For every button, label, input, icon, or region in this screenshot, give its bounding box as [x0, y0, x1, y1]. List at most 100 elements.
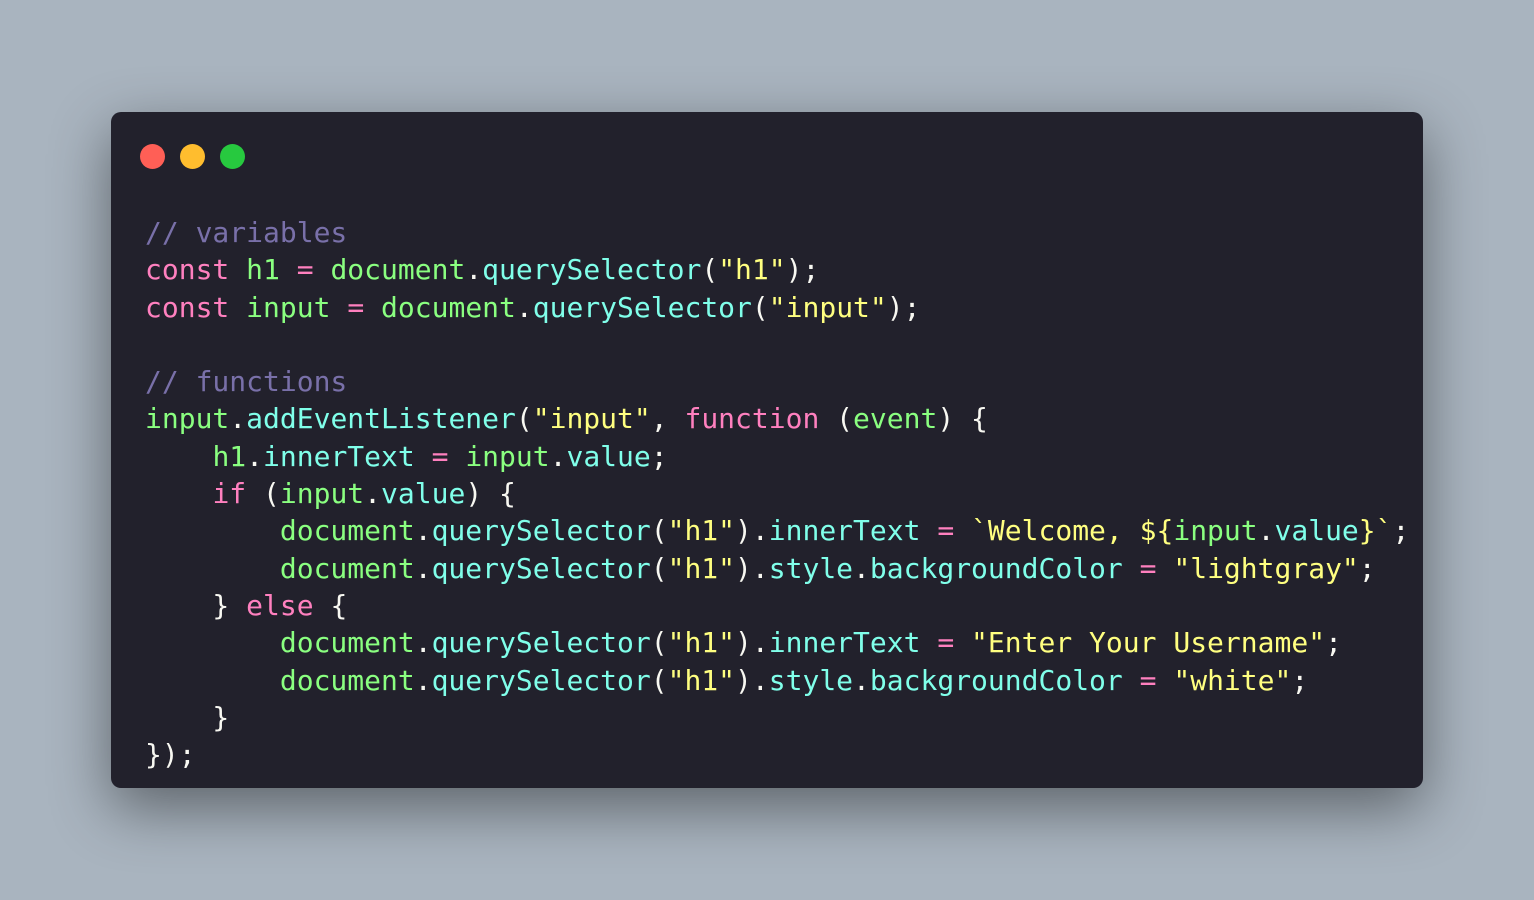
code-token-punc: ).	[735, 551, 769, 585]
code-token-punc: ).	[735, 663, 769, 697]
code-token-punc: .	[853, 551, 870, 585]
code-token-var: event	[853, 402, 938, 436]
code-token-str: "h1"	[718, 253, 786, 287]
code-token-punc: .	[549, 439, 567, 473]
code-token-str: }`	[1358, 514, 1393, 548]
code-token-op: =	[1139, 663, 1157, 697]
code-window: // variables const h1 = document.querySel…	[111, 112, 1423, 788]
code-token-punc	[364, 291, 381, 324]
code-token-op: =	[937, 626, 955, 660]
code-token-punc	[145, 514, 280, 547]
code-token-kw: function	[684, 402, 820, 436]
code-token-punc: });	[145, 738, 196, 772]
code-token-punc: (	[246, 477, 280, 511]
code-token-punc: (	[751, 290, 769, 324]
code-token-var: input	[279, 477, 365, 511]
code-token-punc	[229, 253, 246, 286]
code-token-punc: (	[819, 402, 854, 436]
code-token-str: "input"	[532, 402, 651, 436]
code-token-punc: ).	[735, 626, 769, 660]
code-token-str: "h1"	[667, 663, 736, 697]
code-token-punc	[1157, 552, 1174, 585]
code-token-var: document	[279, 663, 415, 697]
code-token-punc	[920, 514, 937, 547]
close-dot-icon	[140, 144, 165, 169]
code-token-prop: style	[768, 551, 854, 585]
code-line: document.querySelector("h1").style.backg…	[145, 550, 1409, 587]
code-token-punc: .	[414, 551, 432, 585]
code-line: } else {	[145, 587, 1409, 624]
code-token-punc: .	[1257, 514, 1275, 548]
code-token-var: h1	[246, 253, 280, 287]
code-token-comment: // functions	[145, 365, 348, 399]
code-token-punc	[145, 440, 212, 473]
code-line: document.querySelector("h1").style.backg…	[145, 662, 1409, 699]
code-token-str: "h1"	[667, 626, 736, 660]
code-token-punc: ,	[650, 402, 685, 436]
code-token-prop: querySelector	[532, 290, 752, 324]
code-token-prop: backgroundColor	[869, 551, 1123, 585]
code-token-op: =	[1139, 551, 1157, 585]
code-token-var: input	[1173, 514, 1258, 548]
code-token-var: h1	[212, 439, 247, 473]
code-line: document.querySelector("h1").innerText =…	[145, 512, 1410, 549]
code-token-punc	[145, 477, 212, 510]
code-token-punc: ) {	[465, 477, 516, 511]
code-token-str: "input"	[768, 290, 887, 324]
code-token-punc	[229, 291, 246, 324]
code-token-punc: .	[364, 477, 382, 511]
code-token-punc	[1123, 664, 1140, 697]
code-token-punc	[954, 626, 971, 659]
code-token-prop: querySelector	[431, 663, 651, 697]
minimize-dot-icon	[180, 144, 205, 169]
code-token-punc: ) {	[937, 402, 988, 436]
code-token-punc	[280, 253, 297, 286]
code-token-punc: .	[465, 253, 483, 287]
code-token-punc: (	[650, 551, 668, 585]
code-token-prop: value	[566, 439, 651, 473]
code-token-prop: querySelector	[431, 626, 651, 660]
code-token-punc: }	[145, 700, 230, 734]
code-token-punc: .	[414, 514, 432, 548]
code-token-var: input	[465, 439, 550, 473]
code-token-prop: value	[381, 477, 466, 511]
code-token-punc	[314, 253, 331, 286]
code-token-punc	[1123, 552, 1140, 585]
code-token-punc	[145, 664, 280, 697]
code-token-punc: );	[785, 253, 820, 287]
code-token-var: document	[279, 514, 415, 548]
code-token-punc: ;	[1392, 514, 1410, 548]
code-token-prop: value	[1274, 514, 1359, 548]
code-token-punc: .	[246, 439, 264, 473]
code-token-punc: (	[650, 663, 668, 697]
code-token-punc	[920, 626, 937, 659]
code-token-punc: .	[229, 402, 247, 436]
code-token-prop: innerText	[263, 439, 415, 473]
code-token-punc: ;	[1291, 663, 1309, 697]
code-token-punc	[330, 291, 347, 324]
code-token-comment: // variables	[145, 216, 348, 249]
code-token-kw: if	[212, 477, 247, 511]
code-line: }	[145, 699, 1409, 736]
code-token-prop: style	[768, 663, 854, 697]
code-token-var: document	[279, 551, 415, 585]
code-token-punc: .	[515, 290, 533, 324]
code-token-var: document	[279, 626, 415, 660]
code-token-punc	[415, 440, 432, 473]
code-block: // variables const h1 = document.querySel…	[145, 214, 1409, 773]
code-token-punc: .	[853, 663, 870, 697]
code-line: if (input.value) {	[145, 475, 1409, 512]
code-token-var: input	[145, 402, 230, 436]
code-token-punc	[1157, 664, 1174, 697]
code-line: input.addEventListener("input", function…	[145, 400, 1409, 437]
code-token-var: document	[330, 253, 466, 287]
code-token-punc: (	[515, 402, 533, 436]
code-token-str: "Enter Your Username"	[971, 626, 1326, 660]
code-token-prop: backgroundColor	[869, 663, 1123, 697]
code-line: });	[145, 736, 1409, 773]
code-token-prop: innerText	[768, 514, 921, 548]
code-token-punc: }	[145, 588, 247, 622]
code-token-punc	[954, 514, 971, 547]
code-token-punc: ).	[735, 514, 769, 548]
code-line: const h1 = document.querySelector("h1");	[145, 251, 1409, 288]
